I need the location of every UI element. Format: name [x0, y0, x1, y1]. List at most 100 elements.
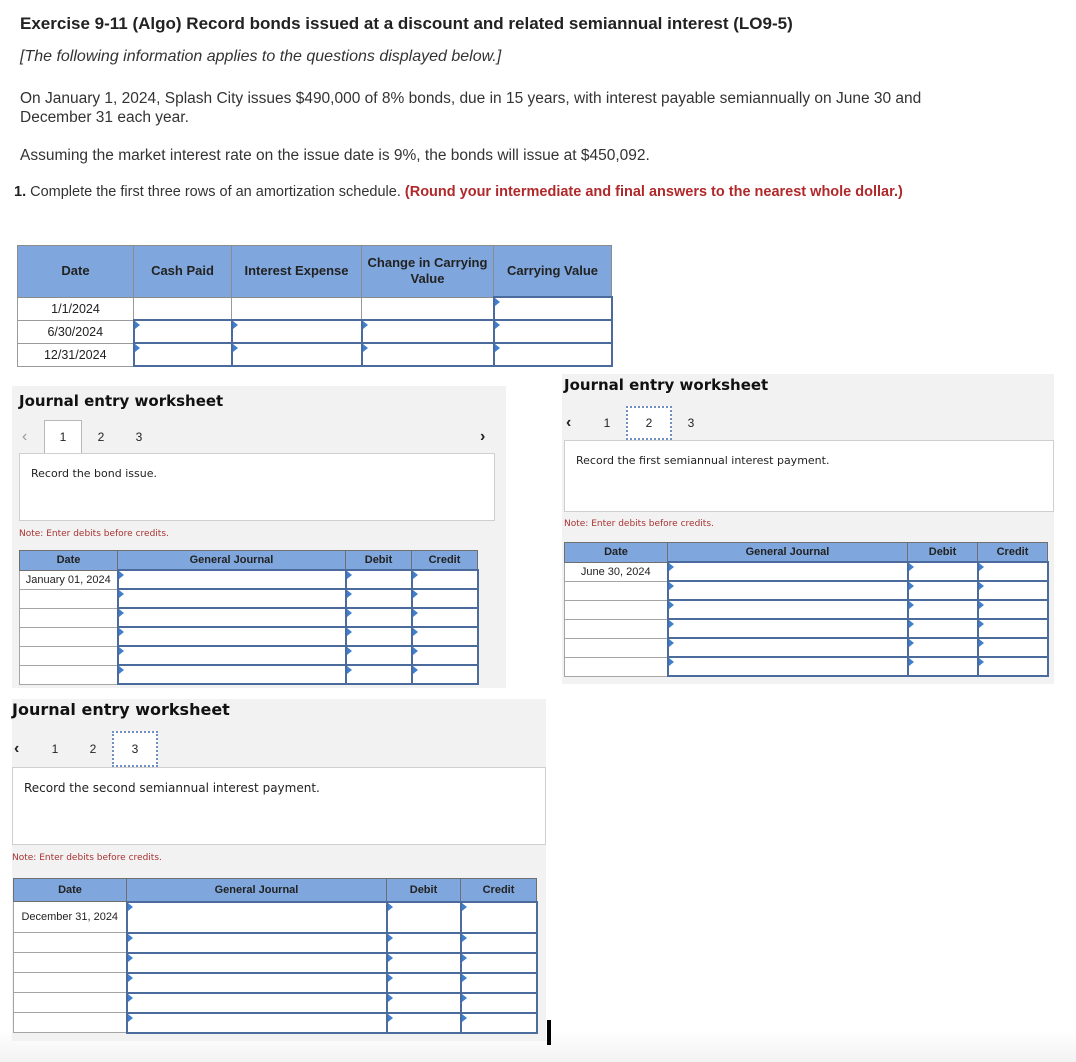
tab-3[interactable]: 3 [112, 731, 158, 767]
interest-expense-field[interactable] [232, 344, 361, 365]
general-journal-input[interactable] [125, 971, 388, 994]
general-journal-field[interactable] [127, 993, 386, 1012]
general-journal-input[interactable] [125, 931, 388, 954]
tab-1[interactable]: 1 [588, 404, 626, 441]
general-journal-input[interactable] [666, 618, 909, 639]
debit-input[interactable] [906, 656, 979, 677]
cash-paid-input[interactable] [132, 342, 233, 367]
credit-input[interactable] [976, 618, 1049, 639]
general-journal-field[interactable] [127, 933, 386, 952]
general-journal-input[interactable] [125, 991, 388, 1014]
credit-field[interactable] [461, 993, 536, 1012]
debit-field[interactable] [346, 628, 411, 645]
debit-field[interactable] [346, 666, 411, 683]
general-journal-field[interactable] [668, 639, 907, 656]
credit-input[interactable] [410, 626, 479, 647]
credit-input[interactable] [976, 580, 1049, 601]
general-journal-input[interactable] [125, 951, 388, 974]
debit-input[interactable] [906, 618, 979, 639]
general-journal-input[interactable] [116, 664, 347, 685]
debit-field[interactable] [346, 609, 411, 626]
tab-1[interactable]: 1 [36, 730, 74, 768]
debit-input[interactable] [385, 971, 462, 994]
general-journal-input[interactable] [116, 569, 347, 590]
cash-paid-field[interactable] [134, 344, 231, 365]
credit-input[interactable] [410, 664, 479, 685]
credit-input[interactable] [976, 561, 1049, 582]
debit-field[interactable] [387, 902, 460, 932]
credit-field[interactable] [461, 933, 536, 952]
credit-input[interactable] [459, 1011, 538, 1034]
debit-field[interactable] [387, 973, 460, 992]
credit-input[interactable] [459, 991, 538, 1014]
credit-input[interactable] [410, 588, 479, 609]
credit-field[interactable] [412, 609, 477, 626]
credit-input[interactable] [459, 971, 538, 994]
debit-input[interactable] [344, 607, 413, 628]
debit-input[interactable] [344, 569, 413, 590]
chevron-right-icon[interactable]: › [480, 428, 502, 446]
general-journal-input[interactable] [666, 656, 909, 677]
general-journal-field[interactable] [118, 590, 345, 607]
chevron-left-icon[interactable]: ‹ [22, 428, 44, 446]
credit-field[interactable] [461, 902, 536, 932]
credit-field[interactable] [978, 601, 1047, 618]
credit-input[interactable] [410, 607, 479, 628]
general-journal-field[interactable] [127, 953, 386, 972]
general-journal-field[interactable] [668, 620, 907, 637]
credit-field[interactable] [412, 628, 477, 645]
general-journal-field[interactable] [668, 563, 907, 580]
change-field[interactable] [362, 344, 493, 365]
debit-field[interactable] [908, 582, 977, 599]
general-journal-field[interactable] [127, 902, 386, 932]
general-journal-input[interactable] [116, 588, 347, 609]
credit-input[interactable] [976, 599, 1049, 620]
general-journal-input[interactable] [666, 561, 909, 582]
debit-input[interactable] [385, 991, 462, 1014]
debit-field[interactable] [908, 639, 977, 656]
credit-field[interactable] [978, 582, 1047, 599]
credit-field[interactable] [461, 1013, 536, 1032]
debit-input[interactable] [344, 645, 413, 666]
interest-expense-field[interactable] [232, 321, 361, 342]
debit-input[interactable] [385, 931, 462, 954]
carrying-value-input[interactable] [492, 319, 613, 344]
tab-2[interactable]: 2 [626, 405, 672, 440]
debit-input[interactable] [344, 664, 413, 685]
debit-input[interactable] [344, 626, 413, 647]
credit-input[interactable] [976, 637, 1049, 658]
change-input[interactable] [360, 319, 495, 344]
change-input[interactable] [360, 342, 495, 367]
debit-input[interactable] [906, 637, 979, 658]
credit-field[interactable] [978, 620, 1047, 637]
credit-field[interactable] [461, 973, 536, 992]
cash-paid-input[interactable] [132, 319, 233, 344]
credit-input[interactable] [459, 900, 538, 934]
credit-field[interactable] [412, 666, 477, 683]
general-journal-field[interactable] [118, 628, 345, 645]
credit-field[interactable] [978, 563, 1047, 580]
interest-expense-input[interactable] [230, 342, 363, 367]
carrying-value-field[interactable] [494, 321, 611, 342]
debit-input[interactable] [385, 900, 462, 934]
credit-input[interactable] [976, 656, 1049, 677]
carrying-value-input[interactable] [492, 342, 613, 367]
credit-field[interactable] [978, 639, 1047, 656]
debit-input[interactable] [906, 561, 979, 582]
credit-field[interactable] [461, 953, 536, 972]
carrying-value-field[interactable] [494, 344, 611, 365]
general-journal-field[interactable] [118, 609, 345, 626]
credit-input[interactable] [459, 951, 538, 974]
general-journal-input[interactable] [116, 645, 347, 666]
general-journal-input[interactable] [125, 900, 388, 934]
debit-field[interactable] [908, 601, 977, 618]
cash-paid-field[interactable] [134, 321, 231, 342]
debit-input[interactable] [344, 588, 413, 609]
general-journal-field[interactable] [127, 1013, 386, 1032]
tab-3[interactable]: 3 [120, 420, 158, 453]
debit-field[interactable] [387, 953, 460, 972]
general-journal-input[interactable] [116, 607, 347, 628]
debit-field[interactable] [387, 933, 460, 952]
tab-2[interactable]: 2 [82, 420, 120, 453]
general-journal-input[interactable] [666, 599, 909, 620]
